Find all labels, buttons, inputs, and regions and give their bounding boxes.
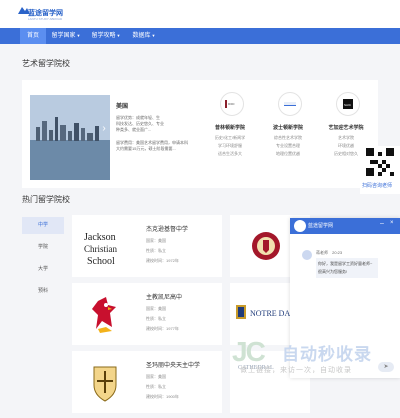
school-info: 地理位置优越	[276, 151, 300, 156]
school-name: 波士顿新学院	[272, 125, 303, 131]
nav-item-home[interactable]: 首页	[20, 28, 46, 44]
chevron-down-icon: ▼	[76, 33, 81, 38]
school-name: 主教凯尼高中	[146, 295, 183, 301]
carousel-prev-button[interactable]: ‹	[22, 122, 30, 136]
send-icon[interactable]: ➤	[378, 362, 394, 372]
nav-label: 留学国家	[51, 33, 76, 39]
school-info: 性质：私立	[146, 248, 166, 253]
nav-label: 数据库	[132, 33, 151, 39]
school-info: 历史/化工/新闻学	[214, 135, 246, 140]
section-title-hot: 热门留学院校	[22, 195, 70, 204]
hot-school-card[interactable]: 圣玛丽中央天主中学 国家：美国 性质：私立 建校时间：1900年	[72, 351, 222, 413]
crest-icon	[82, 359, 128, 405]
tab-university[interactable]: 大学	[22, 261, 64, 278]
brand-tagline: LANTU STUDY ABROAD	[28, 17, 63, 21]
agent-meta: 蒋老师 20:23	[316, 250, 342, 256]
tab-middle-school[interactable]: 中学	[22, 217, 64, 234]
logo-line: Jackson	[84, 232, 116, 243]
school-info: 建校时间：1972年	[146, 258, 179, 263]
watermark-text: 自动秒收录	[282, 345, 372, 364]
minimize-icon[interactable]: –	[380, 220, 384, 227]
chevron-down-icon: ▼	[116, 33, 121, 38]
school-name: 普林顿新学院	[214, 125, 245, 131]
city-skyline-image	[30, 95, 110, 180]
school-info: 国家：美国	[146, 238, 166, 243]
tab-college[interactable]: 学院	[22, 239, 64, 256]
cardinal-mascot-icon	[82, 291, 128, 337]
logo-line: School	[87, 256, 115, 267]
agent-name: 蒋老师	[316, 250, 328, 255]
school-logo	[278, 92, 302, 116]
section-title-art: 艺术留学院校	[22, 59, 70, 68]
school-info: 建校时间：1977年	[146, 326, 179, 331]
message-line: 很高兴为您服务!	[318, 269, 348, 274]
school-info: 建校时间：1900年	[146, 394, 179, 399]
art-school-card[interactable]: 波士顿新学院 综合性艺术学院 专业设置合理 地理位置优越	[256, 92, 320, 182]
logo-line: Christian	[84, 244, 117, 254]
school-logo: MIDD	[220, 92, 244, 116]
nav-label: 首页	[26, 33, 39, 39]
message-line: 你好，我是留学工资好量老师~	[318, 261, 373, 266]
svg-text:MIDD: MIDD	[228, 103, 235, 106]
message-time: 20:23	[332, 250, 343, 255]
school-logo: SAIC	[336, 92, 360, 116]
school-info: 学习环境舒服	[218, 143, 242, 148]
agent-avatar	[302, 250, 312, 260]
watermark-logo-icon: JC	[232, 336, 266, 367]
main-nav: 首页 留学国家▼ 留学攻略▼ 数据库▼	[0, 28, 400, 44]
hero-desc-line: 大约需要15万元，硕士阶段需要...	[116, 146, 176, 151]
school-logo: Jackson Christian School	[82, 223, 128, 269]
nav-label: 留学攻略	[91, 33, 116, 39]
qr-label[interactable]: 扫码咨询老师	[362, 182, 392, 189]
chat-avatar	[294, 220, 306, 232]
tab-foundation[interactable]: 预科	[22, 283, 64, 300]
school-info: 艺术学院	[338, 135, 354, 140]
nav-item-guides[interactable]: 留学攻略▼	[88, 28, 124, 44]
school-info: 适合生活多大	[218, 151, 242, 156]
watermark-subtext: 做上链接，来访一次，自动收录	[240, 367, 352, 374]
site-logo[interactable]: 蓝途留学网 LANTU STUDY ABROAD	[18, 3, 63, 25]
school-info: 性质：私立	[146, 316, 166, 321]
school-info: 综合性艺术学院	[274, 135, 302, 140]
school-info: 国家：美国	[146, 306, 166, 311]
school-name: 艺加迎艺术学院	[328, 125, 364, 131]
school-name: 圣玛丽中央天主中学	[146, 363, 201, 369]
hero-desc-line: 种类多、就业面广...	[116, 127, 152, 132]
school-type-tabs: 中学 学院 大学 预科	[22, 212, 64, 402]
hot-school-card[interactable]: Jackson Christian School 杰克逊基督中学 国家：美国 性…	[72, 215, 222, 277]
carousel-next-button[interactable]: ›	[100, 122, 108, 136]
school-info: 专业设置合理	[276, 143, 300, 148]
art-school-card[interactable]: MIDD 普林顿新学院 历史/化工/新闻学 学习环境舒服 适合生活多大	[198, 92, 262, 182]
chat-title: 蓝途留学网	[308, 223, 334, 229]
svg-text:SAIC: SAIC	[344, 103, 352, 107]
hot-school-card[interactable]: 主教凯尼高中 国家：美国 性质：私立 建校时间：1977年	[72, 283, 222, 345]
hero-country: 美国	[116, 104, 129, 110]
nav-item-database[interactable]: 数据库▼	[128, 28, 160, 44]
nav-item-countries[interactable]: 留学国家▼	[48, 28, 84, 44]
chevron-down-icon: ▼	[151, 33, 156, 38]
close-icon[interactable]: ×	[390, 220, 394, 226]
school-info: 国家：美国	[146, 374, 166, 379]
school-name: 杰克逊基督中学	[146, 227, 189, 233]
school-info: 性质：私立	[146, 384, 166, 389]
qr-code-image	[366, 148, 394, 176]
